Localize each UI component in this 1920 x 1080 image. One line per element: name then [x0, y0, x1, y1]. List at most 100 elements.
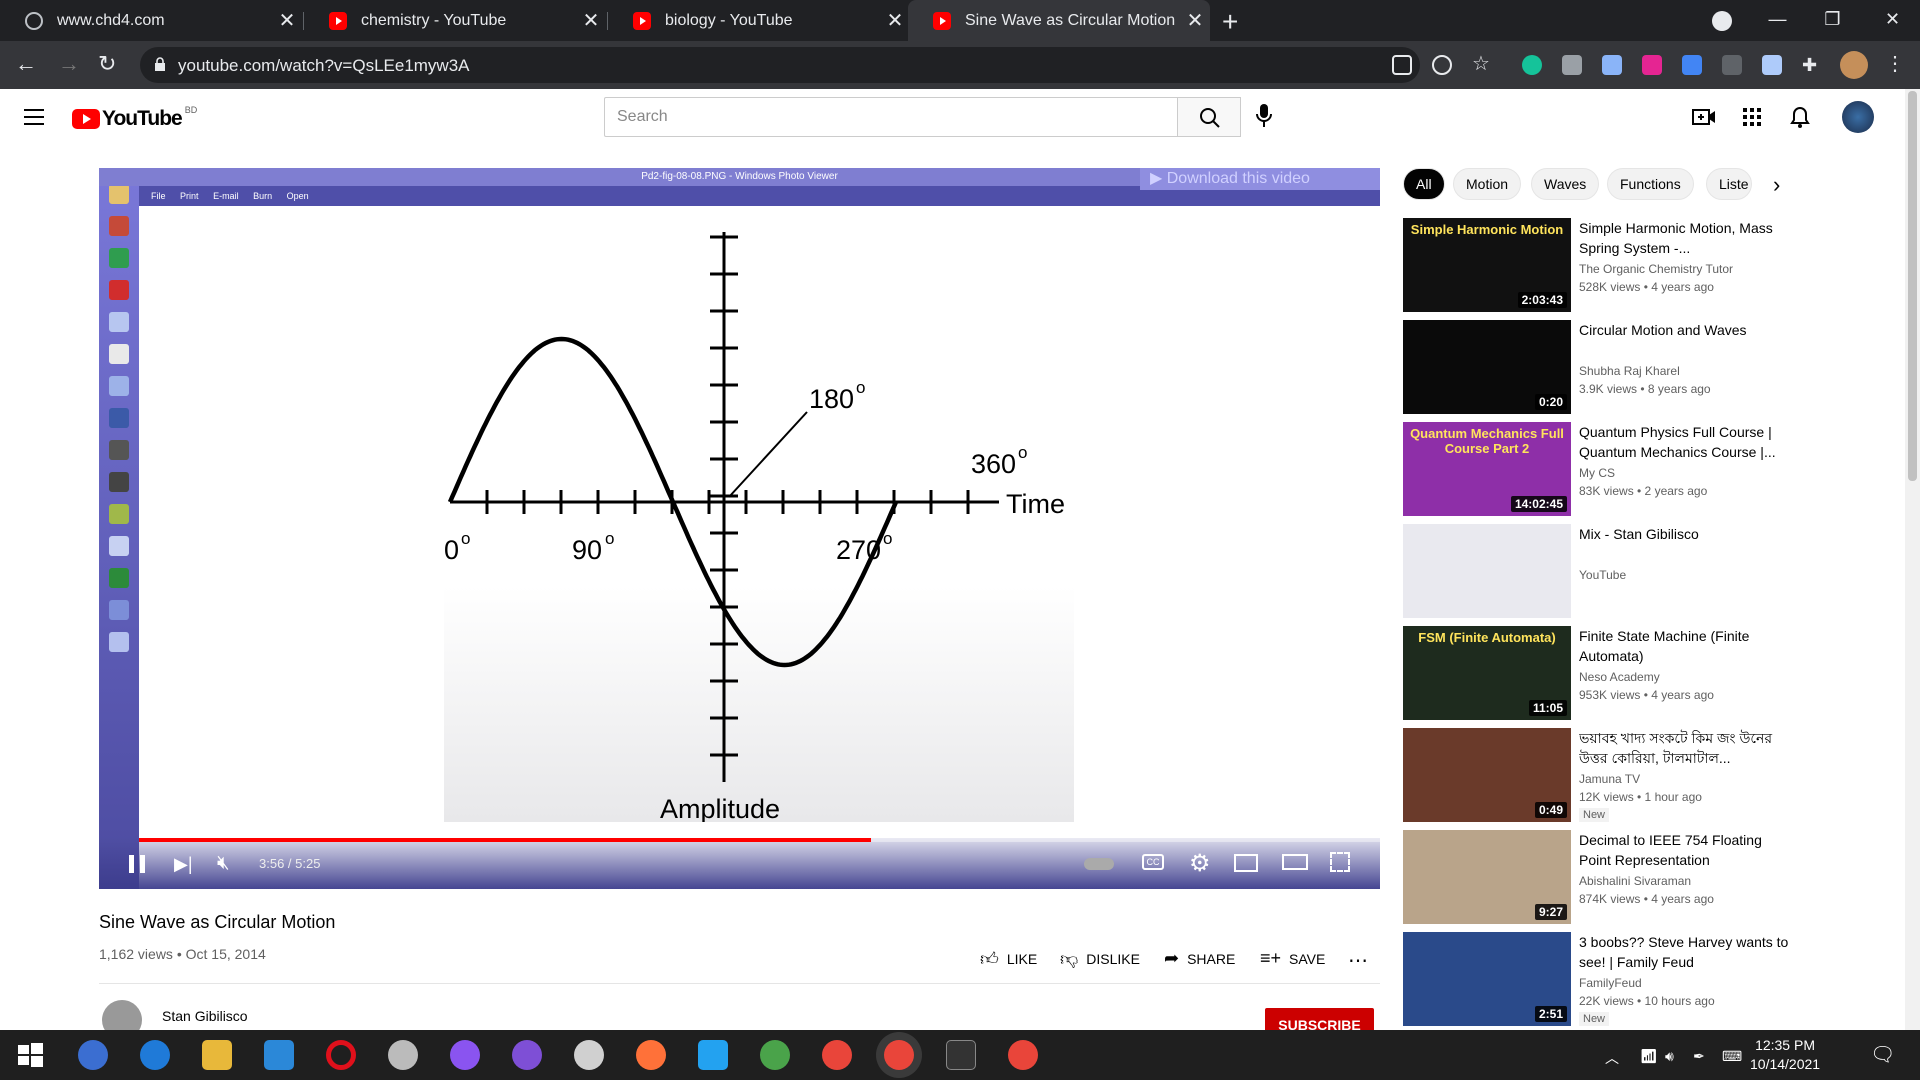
- search-button[interactable]: [1177, 97, 1241, 137]
- video-thumbnail[interactable]: 9:27: [1403, 830, 1571, 924]
- chrome-icon[interactable]: [822, 1040, 852, 1070]
- search-input[interactable]: Search: [604, 97, 1177, 137]
- microphone-icon[interactable]: [1255, 103, 1273, 129]
- install-icon[interactable]: [1392, 55, 1412, 75]
- keyboard-icon[interactable]: ⌨: [1722, 1048, 1742, 1065]
- browser-tab[interactable]: www.chd4.com ✕: [0, 0, 302, 41]
- recommendation-channel[interactable]: The Organic Chemistry Tutor: [1579, 262, 1733, 276]
- qbittorrent-icon[interactable]: [78, 1040, 108, 1070]
- recommendation-channel[interactable]: Abishalini Sivaraman: [1579, 874, 1691, 888]
- download-video-banner[interactable]: ▶ Download this video: [1140, 168, 1380, 190]
- recommendation-card[interactable]: 2:51 3 boobs?? Steve Harvey wants to see!…: [1403, 932, 1903, 1026]
- app-icon[interactable]: [574, 1040, 604, 1070]
- menu-open[interactable]: Open: [287, 191, 309, 201]
- windows-start-icon[interactable]: [15, 1040, 45, 1070]
- theater-mode-icon[interactable]: [1282, 854, 1308, 870]
- chip-all[interactable]: All: [1403, 168, 1445, 200]
- minimize-icon[interactable]: —: [1750, 0, 1805, 41]
- recommendation-title[interactable]: Finite State Machine (Finite Automata): [1579, 626, 1789, 666]
- miniplayer-icon[interactable]: [1234, 854, 1258, 872]
- chrome-menu-icon[interactable]: ⋮: [1885, 54, 1905, 75]
- recommendation-title[interactable]: 3 boobs?? Steve Harvey wants to see! | F…: [1579, 932, 1789, 972]
- chrome-icon-active[interactable]: [884, 1040, 914, 1070]
- account-avatar[interactable]: [1842, 101, 1874, 133]
- zoom-icon[interactable]: [1432, 55, 1452, 75]
- volume-icon[interactable]: 🔊︎: [1665, 1048, 1674, 1065]
- apps-grid-icon[interactable]: [1742, 107, 1762, 127]
- forward-icon[interactable]: →: [58, 51, 80, 77]
- app-icon[interactable]: [388, 1040, 418, 1070]
- video-player[interactable]: Pd2-fig-08-08.PNG - Windows Photo Viewer…: [99, 168, 1380, 889]
- like-button[interactable]: 👍︎ LIKE: [980, 948, 1037, 970]
- captions-icon[interactable]: CC: [1142, 854, 1164, 870]
- recommendation-channel[interactable]: YouTube: [1579, 568, 1626, 582]
- recommendation-card[interactable]: Simple Harmonic Motion 2:03:43 Simple Harm…: [1403, 218, 1903, 312]
- app-icon[interactable]: [760, 1040, 790, 1070]
- recommendation-channel[interactable]: Neso Academy: [1579, 670, 1660, 684]
- extension-icon[interactable]: [1722, 55, 1742, 75]
- file-explorer-icon[interactable]: [202, 1040, 232, 1070]
- recommendation-channel[interactable]: Jamuna TV: [1579, 772, 1640, 786]
- recommendation-title[interactable]: Decimal to IEEE 754 Floating Point Repre…: [1579, 830, 1789, 870]
- close-tab-icon[interactable]: ✕: [576, 8, 606, 33]
- progress-bar[interactable]: [139, 838, 1380, 842]
- chevron-right-icon[interactable]: ›: [1773, 172, 1780, 198]
- mail-icon[interactable]: [264, 1040, 294, 1070]
- puzzle-icon[interactable]: ✚: [1802, 55, 1822, 75]
- close-tab-icon[interactable]: ✕: [1180, 8, 1210, 33]
- recommendation-title[interactable]: Simple Harmonic Motion, Mass Spring Syst…: [1579, 218, 1789, 258]
- download-extension-icon[interactable]: [1682, 55, 1702, 75]
- video-thumbnail[interactable]: 2:51: [1403, 932, 1571, 1026]
- recommendation-channel[interactable]: My CS: [1579, 466, 1615, 480]
- extension-icon[interactable]: [1602, 55, 1622, 75]
- recommendation-channel[interactable]: Shubha Raj Kharel: [1579, 364, 1680, 378]
- pen-icon[interactable]: ✒: [1693, 1048, 1705, 1065]
- back-icon[interactable]: ←: [15, 51, 37, 77]
- grammarly-icon[interactable]: [1522, 55, 1542, 75]
- close-tab-icon[interactable]: ✕: [272, 8, 302, 33]
- browser-tab[interactable]: biology - YouTube ✕: [608, 0, 910, 41]
- tab-search-icon[interactable]: [1712, 11, 1732, 31]
- close-tab-icon[interactable]: ✕: [880, 8, 910, 33]
- menu-print[interactable]: Print: [180, 191, 199, 201]
- video-thumbnail[interactable]: 0:20: [1403, 320, 1571, 414]
- chip-functions[interactable]: Functions: [1607, 168, 1694, 200]
- recommendation-card[interactable]: 0:20 Circular Motion and Waves Shubha Raj …: [1403, 320, 1903, 414]
- edge-icon[interactable]: [140, 1040, 170, 1070]
- vscode-icon[interactable]: [698, 1040, 728, 1070]
- pen-extension-icon[interactable]: [1762, 55, 1782, 75]
- reload-icon[interactable]: ↻: [98, 51, 116, 77]
- recommendation-card[interactable]: Quantum Mechanics Full Course Part 2 14:0…: [1403, 422, 1903, 516]
- profile-avatar[interactable]: [1840, 51, 1868, 79]
- settings-gear-icon[interactable]: ⚙: [1189, 849, 1211, 878]
- dislike-button[interactable]: 👎︎ DISLIKE: [1060, 948, 1140, 970]
- mute-icon[interactable]: 🔇︎: [217, 852, 230, 875]
- chip-waves[interactable]: Waves: [1531, 168, 1600, 200]
- video-thumbnail[interactable]: Simple Harmonic Motion 2:03:43: [1403, 218, 1571, 312]
- video-thumbnail[interactable]: FSM (Finite Automata) 11:05: [1403, 626, 1571, 720]
- taskbar-clock[interactable]: 12:35 PM 10/14/2021: [1750, 1036, 1820, 1074]
- menu-burn[interactable]: Burn: [253, 191, 272, 201]
- terminal-icon[interactable]: [946, 1040, 976, 1070]
- video-thumbnail[interactable]: 0:49: [1403, 728, 1571, 822]
- recommendation-channel[interactable]: FamilyFeud: [1579, 976, 1642, 990]
- more-actions-icon[interactable]: ⋯: [1348, 948, 1368, 973]
- menu-email[interactable]: E-mail: [213, 191, 239, 201]
- menu-file[interactable]: File: [151, 191, 166, 201]
- video-thumbnail[interactable]: [1403, 524, 1571, 618]
- fullscreen-icon[interactable]: [1330, 852, 1350, 872]
- camera-extension-icon[interactable]: [1562, 55, 1582, 75]
- tray-chevron-up-icon[interactable]: ︿: [1605, 1048, 1619, 1068]
- create-video-icon[interactable]: [1692, 107, 1716, 127]
- close-window-icon[interactable]: ✕: [1865, 0, 1920, 41]
- video-thumbnail[interactable]: Quantum Mechanics Full Course Part 2 14:0…: [1403, 422, 1571, 516]
- recommendation-title[interactable]: Mix - Stan Gibilisco: [1579, 524, 1789, 544]
- opera-icon[interactable]: [326, 1040, 356, 1070]
- messenger-icon[interactable]: [450, 1040, 480, 1070]
- restore-icon[interactable]: ❐: [1805, 0, 1860, 41]
- chip-motion[interactable]: Motion: [1453, 168, 1522, 200]
- new-tab-button[interactable]: +: [1222, 6, 1238, 38]
- recommendation-card[interactable]: FSM (Finite Automata) 11:05 Finite State M…: [1403, 626, 1903, 720]
- recommendation-card[interactable]: 0:49 ভয়াবহ খাদ্য সংকটে কিম জং উনের উত্তর…: [1403, 728, 1903, 822]
- channel-name[interactable]: Stan Gibilisco: [162, 1008, 248, 1024]
